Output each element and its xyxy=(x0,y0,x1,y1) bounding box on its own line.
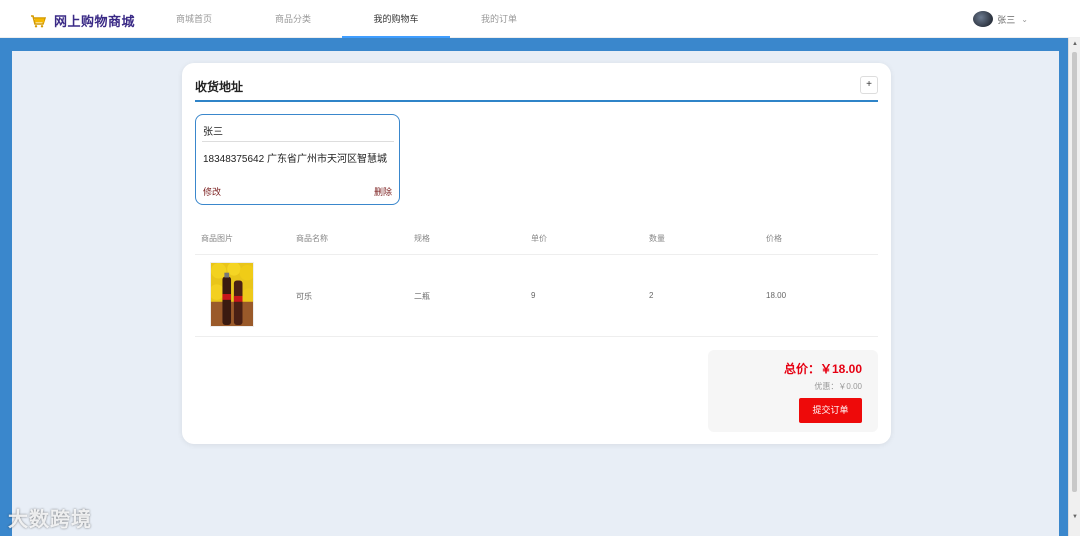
th-total: 价格 xyxy=(766,234,782,243)
scrollbar[interactable]: ▲ ▼ xyxy=(1068,38,1080,536)
address-section-title: 收货地址 xyxy=(195,80,244,94)
chevron-down-icon: ⌄ xyxy=(1021,14,1028,24)
checkout-card: 收货地址 + 张三 18348375642 广东省广州市天河区智慧城 修改 删除… xyxy=(182,63,891,444)
nav-cart[interactable]: 我的购物车 xyxy=(342,0,450,38)
scroll-down-icon[interactable]: ▼ xyxy=(1072,514,1078,520)
total-price: 总价：￥18.00 xyxy=(783,362,862,376)
submit-order-button[interactable]: 提交订单 xyxy=(799,398,862,423)
product-image[interactable] xyxy=(210,262,254,327)
cell-total: 18.00 xyxy=(766,291,787,300)
table-header: 商品图片 商品名称 规格 单价 数量 价格 xyxy=(195,233,878,255)
th-qty: 数量 xyxy=(649,234,665,243)
user-menu[interactable]: 张三 ⌄ xyxy=(973,11,1028,27)
cell-price: 9 xyxy=(531,291,536,300)
cell-name: 可乐 xyxy=(296,292,312,301)
address-card[interactable]: 张三 18348375642 广东省广州市天河区智慧城 修改 删除 xyxy=(195,114,400,205)
address-detail: 18348375642 广东省广州市天河区智慧城 xyxy=(203,154,387,165)
scroll-thumb[interactable] xyxy=(1072,52,1077,492)
watermark: 大数跨境 xyxy=(8,509,92,531)
avatar xyxy=(973,11,994,27)
scroll-up-icon[interactable]: ▲ xyxy=(1072,41,1078,47)
th-image: 商品图片 xyxy=(201,234,233,243)
th-spec: 规格 xyxy=(414,234,430,243)
th-price: 单价 xyxy=(531,234,547,243)
cell-qty: 2 xyxy=(649,291,654,300)
edit-address-link[interactable]: 修改 xyxy=(203,185,221,198)
address-divider xyxy=(202,141,394,142)
top-navbar: 网上购物商城 商城首页 商品分类 我的购物车 我的订单 张三 ⌄ xyxy=(0,0,1080,38)
brand-title: 网上购物商城 xyxy=(54,14,136,29)
shopping-cart-icon xyxy=(31,14,46,27)
nav-home[interactable]: 商城首页 xyxy=(171,0,217,38)
cell-spec: 二瓶 xyxy=(414,292,430,301)
title-divider xyxy=(195,100,878,102)
address-name: 张三 xyxy=(203,127,223,138)
table-row: 可乐 二瓶 9 2 18.00 xyxy=(195,255,878,337)
nav-orders[interactable]: 我的订单 xyxy=(476,0,522,38)
add-address-button[interactable]: + xyxy=(860,76,878,94)
order-summary: 总价：￥18.00 优惠：￥0.00 提交订单 xyxy=(708,350,878,432)
discount: 优惠：￥0.00 xyxy=(814,382,862,391)
delete-address-link[interactable]: 删除 xyxy=(374,185,392,198)
brand[interactable]: 网上购物商城 xyxy=(30,11,135,30)
nav-category[interactable]: 商品分类 xyxy=(270,0,316,38)
user-name: 张三 xyxy=(997,14,1016,25)
th-name: 商品名称 xyxy=(296,234,328,243)
